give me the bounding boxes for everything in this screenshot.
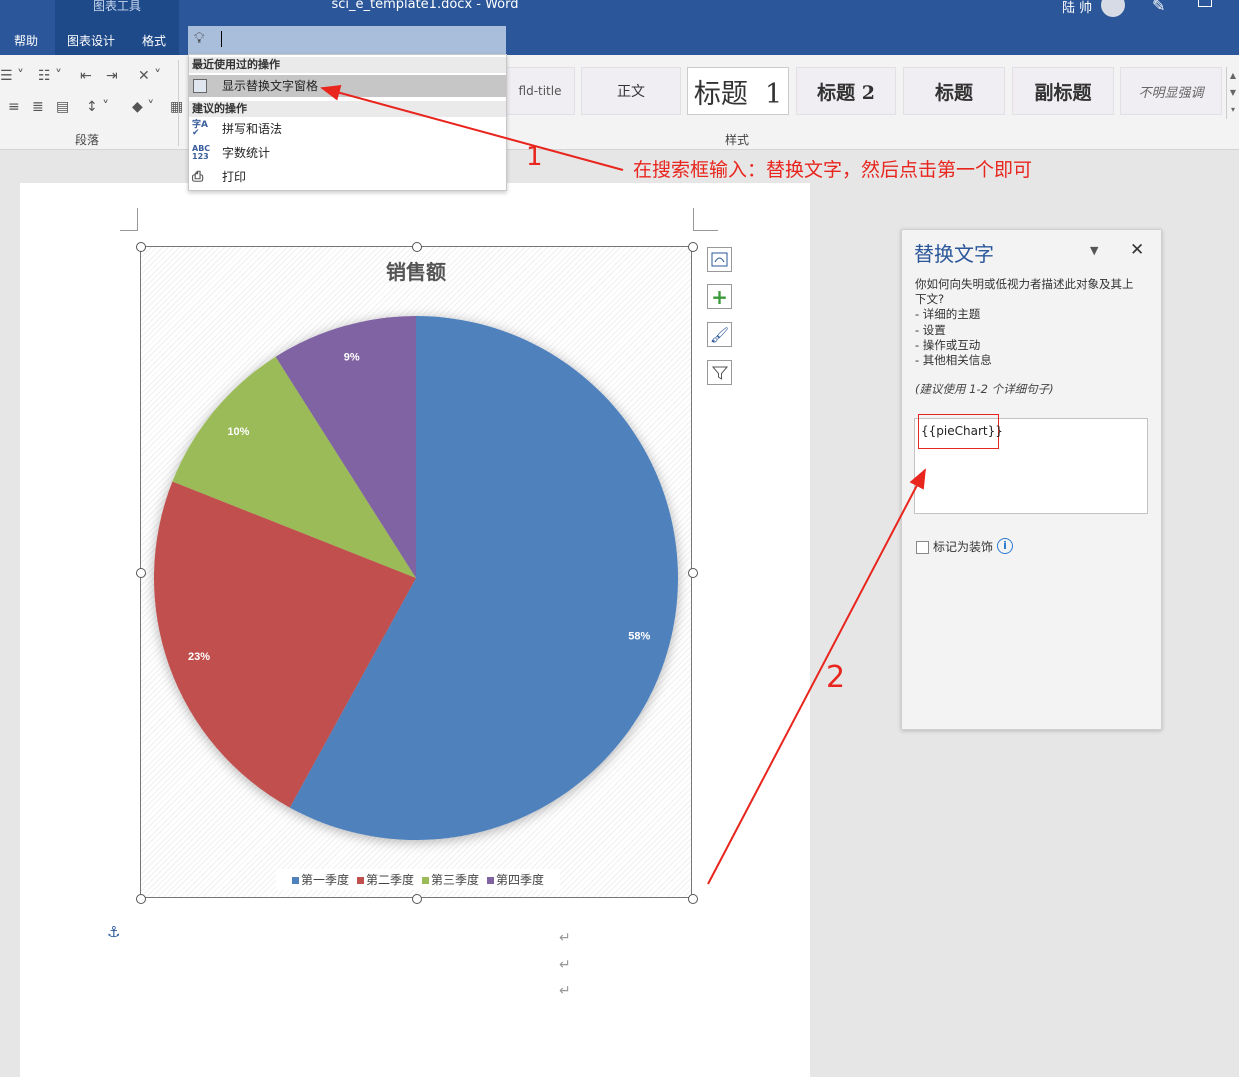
annotation-arrows bbox=[320, 85, 926, 885]
annotation-step-1-number: 1 bbox=[526, 142, 543, 172]
annotation-arrow-1 bbox=[320, 85, 624, 171]
annotation-step-1-text: 在搜索框输入：替换文字，然后点击第一个即可 bbox=[633, 159, 1033, 181]
annotation-arrow-2 bbox=[707, 468, 926, 885]
annotation-step-2-number: 2 bbox=[826, 660, 846, 695]
